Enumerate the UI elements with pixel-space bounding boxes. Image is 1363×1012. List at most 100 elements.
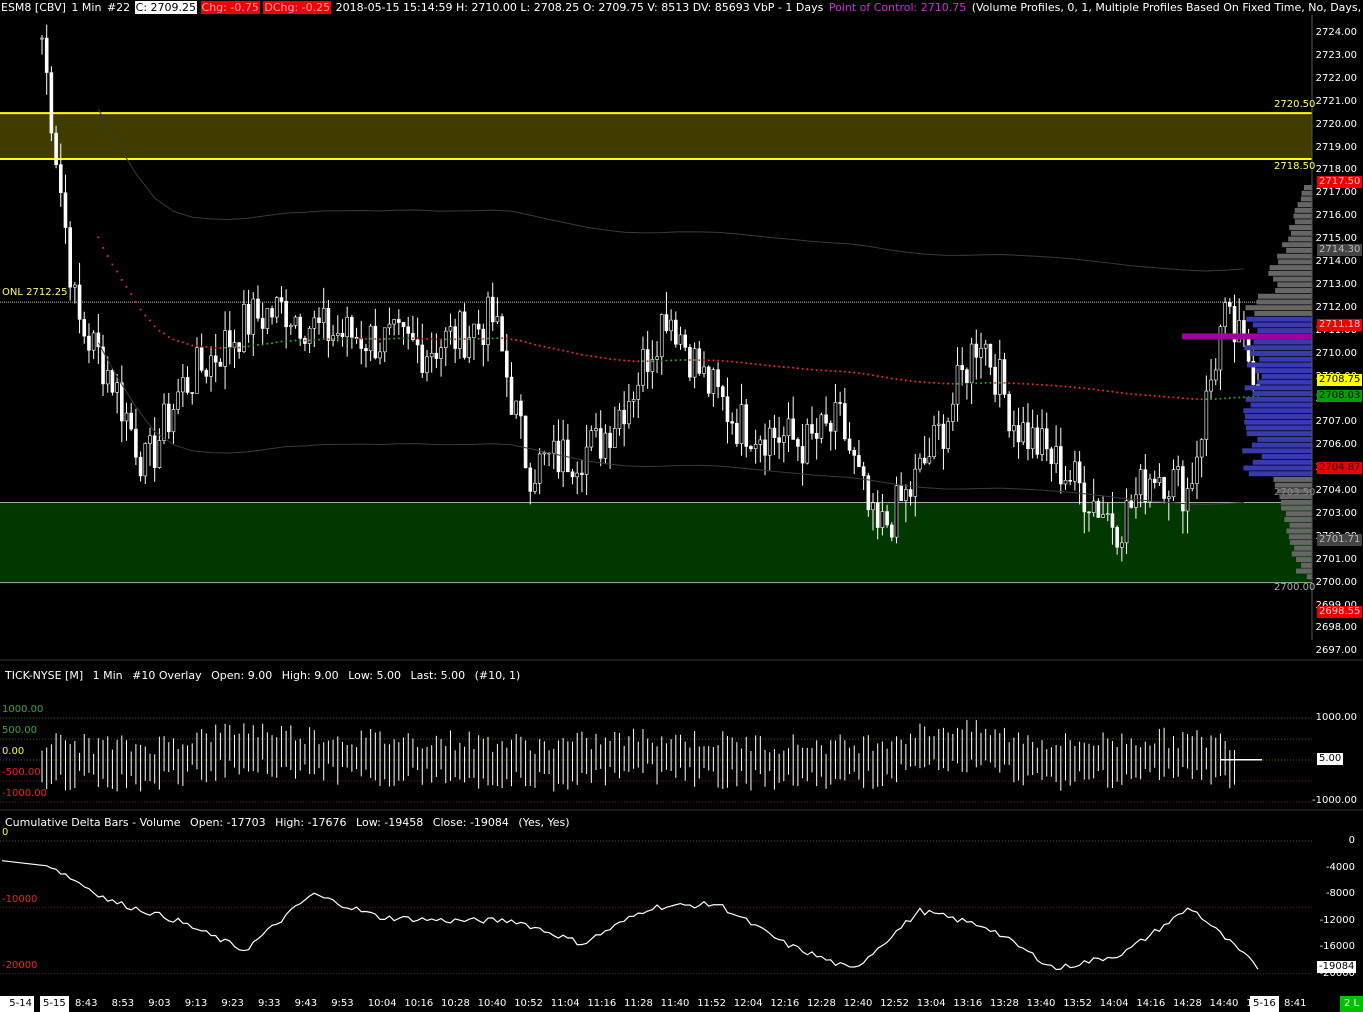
- vwap-point: [548, 346, 551, 349]
- vwap-point: [825, 369, 828, 372]
- vwap-point: [256, 343, 259, 346]
- chart-canvas[interactable]: [0, 0, 1363, 1012]
- price-axis-label: 2714.00: [1315, 256, 1357, 267]
- vwap-point: [425, 337, 428, 340]
- price-bar-body: [1228, 302, 1232, 307]
- delta-axis-label: -4000: [1325, 861, 1355, 873]
- vwap-point: [1008, 382, 1011, 385]
- interval-label[interactable]: 1 Min: [70, 1, 102, 14]
- delta-title[interactable]: Cumulative Delta Bars - Volume: [5, 816, 181, 829]
- vwap-point: [383, 338, 386, 341]
- tick-axis-1000: 1000.00: [1315, 712, 1357, 723]
- vwap-point: [1026, 383, 1029, 386]
- price-bar-body: [960, 365, 965, 371]
- vwap-point: [965, 382, 968, 385]
- price-tag-2698: 2698.55: [1317, 606, 1363, 618]
- delta-last-tag: -19084: [1317, 961, 1357, 973]
- vwap-point: [1238, 396, 1241, 399]
- profile-bar: [1256, 299, 1312, 305]
- price-bar-body: [824, 414, 828, 424]
- price-bar-body: [735, 422, 739, 444]
- lower-band: [97, 342, 1244, 506]
- price-bar-body: [791, 418, 795, 440]
- vwap-point: [242, 345, 245, 348]
- corner-badge[interactable]: 2 L: [1340, 996, 1363, 1012]
- profile-bar: [1297, 202, 1312, 208]
- price-bar-body: [458, 311, 462, 349]
- tick-title[interactable]: TICK-NYSE [M]: [5, 669, 83, 682]
- delta-high: High: -17676: [275, 816, 347, 829]
- price-bar-body: [124, 412, 129, 422]
- price-bar-body: [270, 308, 274, 318]
- price-bar-body: [321, 307, 326, 323]
- price-bar-body: [49, 72, 54, 134]
- profile-bar: [1286, 528, 1312, 534]
- time-label: 10:16: [404, 998, 434, 1009]
- price-axis-label: 2712.00: [1315, 301, 1357, 313]
- delta-open: Open: -17703: [190, 816, 266, 829]
- vwap-point: [754, 363, 757, 366]
- vwap-point: [200, 345, 203, 348]
- profile-bar: [1288, 236, 1312, 242]
- profile-bar: [1245, 425, 1312, 431]
- price-bar-body: [838, 402, 842, 404]
- price-bar-body: [1143, 469, 1148, 503]
- delta-panel-header: Cumulative Delta Bars - Volume Open: -17…: [5, 816, 576, 830]
- vwap-point: [566, 350, 569, 353]
- profile-bar: [1250, 402, 1312, 408]
- vwap-point: [125, 285, 128, 288]
- profile-bar: [1253, 339, 1312, 345]
- delta-bars: [1, 860, 1259, 971]
- price-bar-body: [317, 317, 321, 323]
- profile-bar: [1296, 568, 1312, 574]
- delta-low: Low: -19458: [356, 816, 424, 829]
- vwap-point: [524, 340, 527, 343]
- vwap-point: [515, 339, 518, 342]
- vwap-point: [1045, 384, 1048, 387]
- vwap-point: [1200, 398, 1203, 401]
- price-bar-body: [87, 335, 91, 351]
- vwap-point: [735, 361, 738, 364]
- price-bar-body: [979, 347, 983, 358]
- profile-bar: [1294, 219, 1312, 225]
- vwap-point: [111, 263, 114, 266]
- vwap-point: [1125, 392, 1128, 395]
- price-bar-body: [951, 403, 955, 422]
- price-bar-body: [974, 343, 979, 358]
- onl-label: ONL 2712.25: [2, 287, 68, 298]
- delta-level-neg10000: -10000: [2, 894, 38, 905]
- price-bar-body: [54, 132, 58, 165]
- chart-number: #22: [106, 1, 131, 14]
- vwap-point: [933, 381, 936, 384]
- symbol-label[interactable]: ESM8 [CBV]: [0, 1, 67, 14]
- chart-header: ESM8 [CBV] 1 Min #22 C: 2709.25 Chg: -0.…: [0, 0, 1363, 16]
- price-bar-body: [570, 471, 575, 478]
- next-day-tag: 5-16: [1250, 996, 1279, 1012]
- vwap-point: [975, 382, 978, 385]
- price-bar-body: [345, 316, 349, 338]
- price-bar-body: [880, 511, 885, 528]
- delta-line: [1, 860, 1259, 971]
- vwap-point: [134, 300, 137, 303]
- vwap-point: [491, 337, 494, 340]
- price-bar-body: [453, 326, 457, 349]
- price-bar-body: [68, 227, 72, 288]
- delta-axis-label: 0: [1348, 835, 1355, 846]
- price-bar-body: [1021, 422, 1026, 443]
- price-bar-body: [598, 428, 603, 459]
- vwap-point: [294, 339, 297, 342]
- price-bar-body: [631, 399, 636, 402]
- vwap-point: [1092, 388, 1095, 391]
- price-bar-body: [885, 511, 889, 526]
- price-bars: [40, 24, 1260, 562]
- price-bar-body: [1152, 478, 1157, 483]
- price-axis-label: 2718.00: [1315, 164, 1357, 176]
- profile-bar: [1286, 247, 1312, 253]
- price-bar-body: [589, 430, 594, 448]
- price-bar-body: [720, 386, 725, 398]
- price-bar-body: [199, 347, 204, 371]
- time-label: 8:53: [111, 998, 135, 1009]
- time-axis[interactable]: 5-14 5-15 8:43 8:53 9:03 9:13 9:23 9:33 9:43 9:…: [0, 996, 1363, 1012]
- price-bar-body: [725, 396, 730, 422]
- time-label: 14:04: [1099, 998, 1129, 1009]
